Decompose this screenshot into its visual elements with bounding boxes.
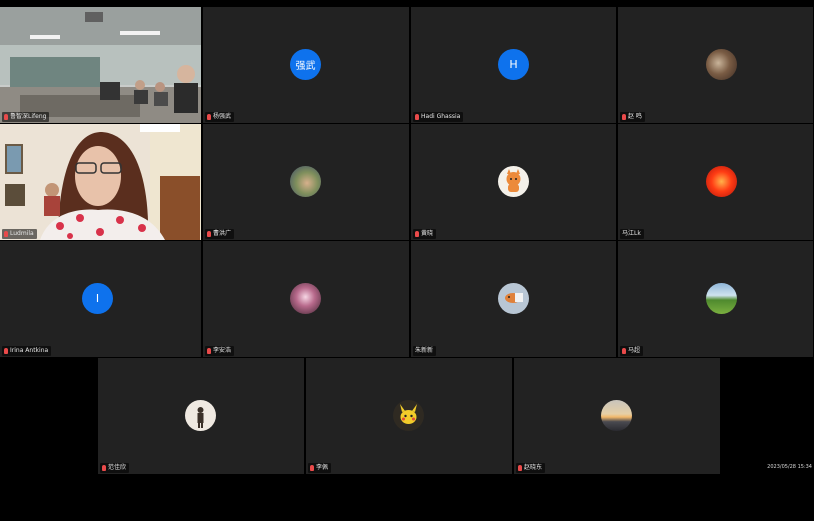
mic-muted-icon	[4, 348, 8, 354]
participant-name-tag: 马超	[620, 346, 644, 356]
cartoon-fox-icon	[498, 166, 529, 197]
hand-photo-icon	[290, 166, 321, 197]
participant-name-tag: Ludmila	[2, 229, 37, 239]
red-circle-icon	[706, 166, 737, 197]
participant-name: 曹洪广	[213, 230, 232, 237]
participant-name: 马超	[628, 347, 641, 354]
participant-name: 杨强武	[213, 113, 232, 120]
mic-muted-icon	[622, 114, 626, 120]
participant-tile-zhaoxiaodong[interactable]: 赵晓东	[514, 358, 720, 474]
participant-tile-huangxiao[interactable]: 黄晓	[411, 124, 616, 240]
mic-muted-icon	[310, 465, 314, 471]
participant-name: Hadi Ghassia	[421, 113, 461, 120]
participant-tile-irina[interactable]: I Irina Antkina	[0, 241, 201, 357]
participant-name-tag: 赵 鸣	[620, 112, 645, 122]
participant-name-tag: 杨强武	[205, 112, 235, 122]
recording-timestamp: 2023/05/28 15:34	[767, 464, 812, 470]
avatar: I	[82, 283, 113, 314]
participant-tile-ludmila[interactable]: Ludmila	[0, 124, 201, 240]
sunset-icon	[601, 400, 632, 431]
participant-tile-majiang[interactable]: 马江Lk	[618, 124, 813, 240]
participant-name-tag: 李佩	[308, 463, 332, 473]
mic-muted-icon	[207, 348, 211, 354]
participant-tile-hadi[interactable]: H Hadi Ghassia	[411, 7, 616, 123]
participant-name-tag: 鲁智深Lifeng	[2, 112, 50, 122]
participant-name-tag: 黄晓	[413, 229, 437, 239]
mic-muted-icon	[622, 348, 626, 354]
participant-name: 李佩	[316, 464, 329, 471]
mic-muted-icon	[415, 114, 419, 120]
participant-tile-caohongguang[interactable]: 曹洪广	[203, 124, 409, 240]
participant-name-tag: 曹洪广	[205, 229, 235, 239]
participant-tile-lianhao[interactable]: 李安浩	[203, 241, 409, 357]
mic-muted-icon	[207, 114, 211, 120]
participant-tile-lifeng[interactable]: 鲁智深Lifeng	[0, 7, 201, 123]
mic-muted-icon	[415, 231, 419, 237]
participant-name-tag: 赵晓东	[516, 463, 546, 473]
cartoon-figure-icon	[498, 283, 529, 314]
participant-name-tag: 马江Lk	[620, 229, 644, 239]
participant-name: Ludmila	[10, 230, 34, 237]
participant-tile-fanjiaxin[interactable]: 范佳欣	[98, 358, 304, 474]
classroom-video-feed	[0, 7, 201, 123]
participant-name-tag: 李安浩	[205, 346, 235, 356]
pikachu-icon	[393, 400, 424, 431]
participant-name: 范佳欣	[108, 464, 127, 471]
avatar: 强武	[290, 49, 321, 80]
mic-muted-icon	[207, 231, 211, 237]
participant-name-tag: Irina Antkina	[2, 346, 52, 356]
landscape-icon	[706, 283, 737, 314]
cat-photo-icon	[706, 49, 737, 80]
participant-tile-zhuxinxin[interactable]: 朱新新	[411, 241, 616, 357]
mic-muted-icon	[4, 114, 8, 120]
mic-muted-icon	[102, 465, 106, 471]
participant-name: 李安浩	[213, 347, 232, 354]
participant-name: 马江Lk	[622, 230, 641, 237]
participant-name-tag: 范佳欣	[100, 463, 130, 473]
participant-tile-lipei[interactable]: 李佩	[306, 358, 512, 474]
participant-tile-zhaoming[interactable]: 赵 鸣	[618, 7, 813, 123]
participant-name: 赵晓东	[524, 464, 543, 471]
participant-name: 鲁智深Lifeng	[10, 113, 47, 120]
participant-name: Irina Antkina	[10, 347, 49, 354]
participant-name: 黄晓	[421, 230, 434, 237]
participant-name-tag: Hadi Ghassia	[413, 112, 464, 122]
participant-name: 朱新新	[415, 347, 434, 354]
participant-tile-machao[interactable]: 马超	[618, 241, 813, 357]
participant-name: 赵 鸣	[628, 113, 642, 120]
participant-tile-yangqiangwu[interactable]: 强武 杨强武	[203, 7, 409, 123]
avatar: H	[498, 49, 529, 80]
participant-name-tag: 朱新新	[413, 346, 437, 356]
woman-video-feed	[0, 124, 201, 240]
mic-muted-icon	[518, 465, 522, 471]
mic-muted-icon	[4, 231, 8, 237]
person-silhouette-icon	[185, 400, 216, 431]
pink-blossom-icon	[290, 283, 321, 314]
